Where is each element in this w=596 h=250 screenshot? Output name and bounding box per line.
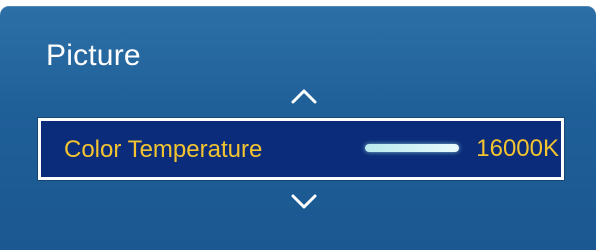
- chevron-up-icon[interactable]: [284, 84, 324, 108]
- menu-title: Picture: [46, 39, 141, 72]
- color-temperature-slider[interactable]: [365, 144, 459, 152]
- setting-label: Color Temperature: [64, 136, 263, 163]
- chevron-down-icon[interactable]: [284, 190, 324, 214]
- setting-value: 16000K: [476, 135, 559, 162]
- picture-menu-panel: Picture Color Temperature 16000K: [0, 6, 596, 250]
- slider-fill: [365, 144, 459, 152]
- color-temperature-setting[interactable]: Color Temperature 16000K: [38, 118, 564, 180]
